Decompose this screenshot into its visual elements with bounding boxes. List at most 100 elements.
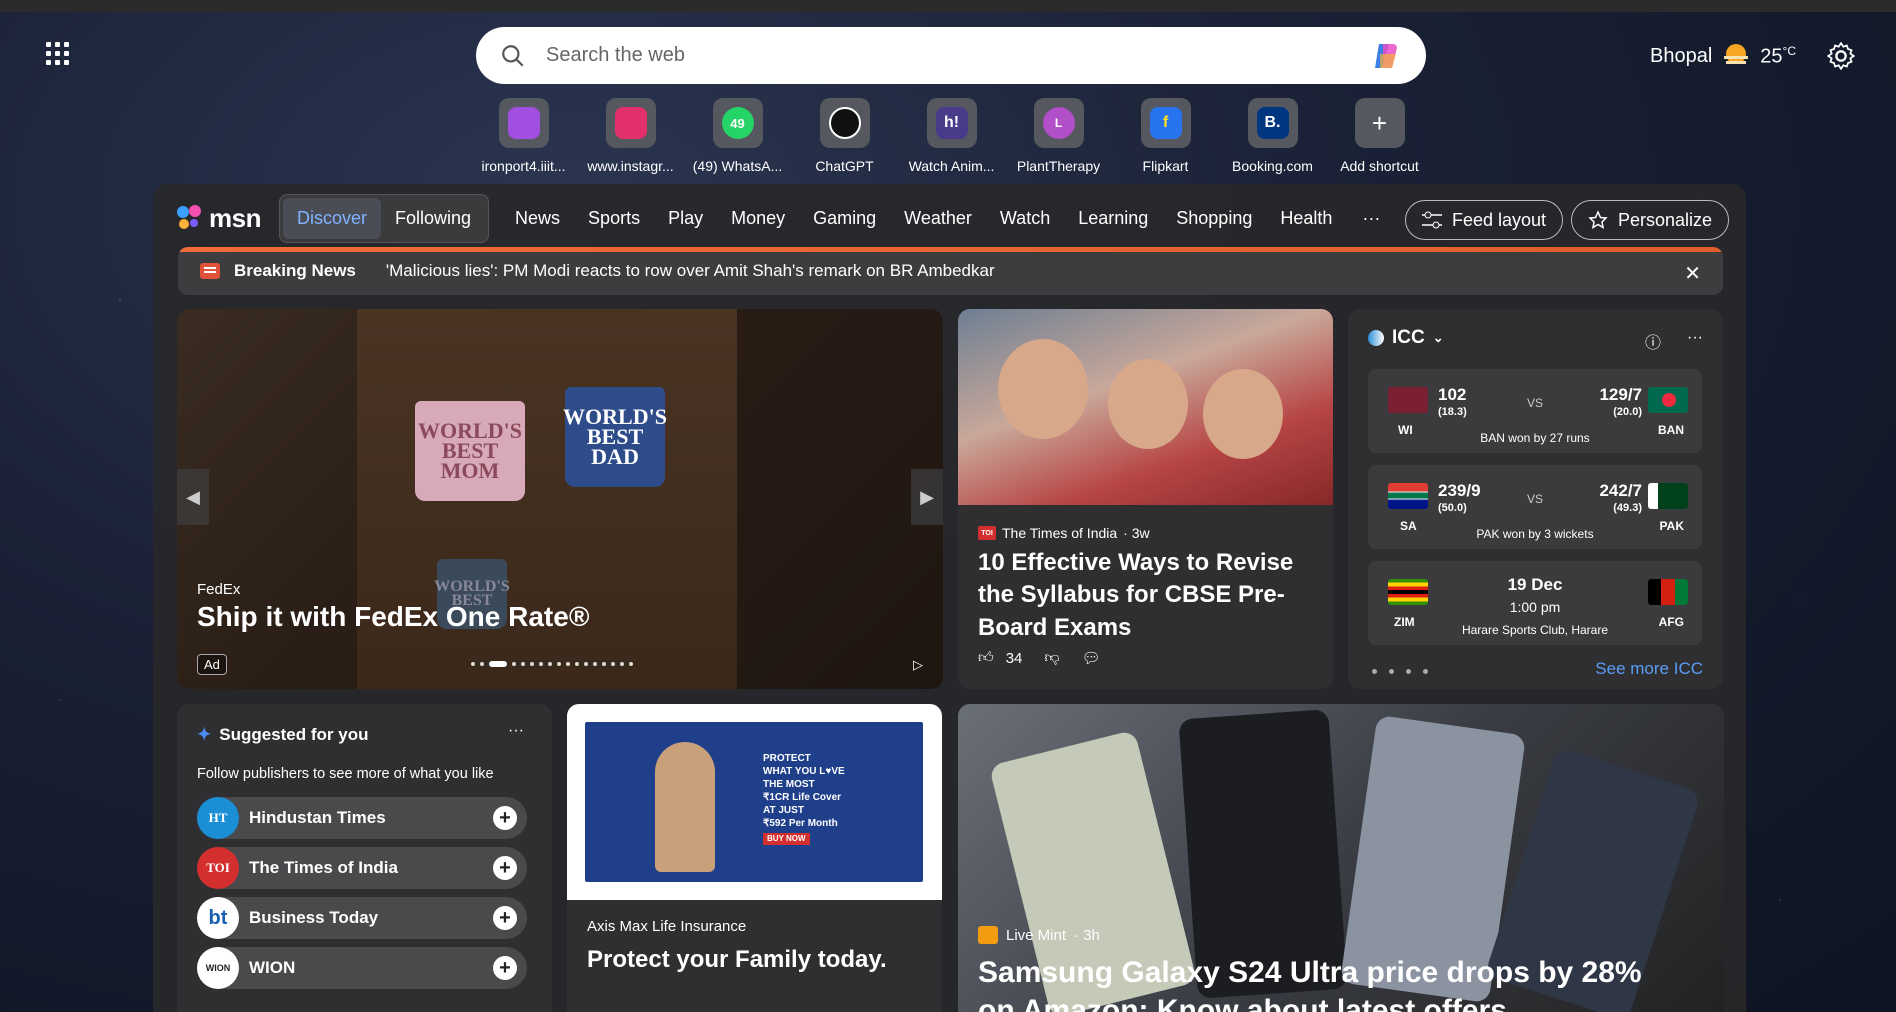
shortcut-4[interactable]: h! Watch Anim... [898, 98, 1005, 174]
article-source-name[interactable]: Live Mint [1006, 927, 1066, 944]
publisher-name: Hindustan Times [249, 808, 386, 827]
axis-max-ad-card[interactable]: PROTECT WHAT YOU L♥VE THE MOST ₹1CR Life… [567, 704, 942, 1012]
shortcut-8[interactable]: + Add shortcut [1326, 98, 1433, 174]
shortcut-tile[interactable]: h! [926, 98, 977, 148]
msn-logo[interactable]: msn [175, 203, 261, 234]
shortcuts-bar: ironport4.iiit... www.instagr... 49 (49) Wh… [470, 98, 1433, 174]
publisher-hindustan-times[interactable]: HT Hindustan Times + [197, 797, 527, 839]
tab-discover[interactable]: Discover [282, 197, 381, 239]
suggested-subtitle: Follow publishers to see more of what yo… [197, 766, 494, 782]
livemint-logo-icon [978, 926, 998, 944]
publisher-times-of-india[interactable]: TOI The Times of India + [197, 847, 527, 889]
category-links: News Sports Play Money Gaming Weather Wa… [501, 208, 1394, 229]
shortcut-7[interactable]: B. Booking.com [1219, 98, 1326, 174]
nav-weather[interactable]: Weather [890, 208, 986, 229]
tab-following[interactable]: Following [381, 198, 485, 239]
adchoices-icon[interactable]: ▷ [913, 657, 923, 673]
icc-header[interactable]: ICC ⌄ [1368, 327, 1444, 349]
personalize-button[interactable]: Personalize [1571, 200, 1730, 240]
shortcut-label: ironport4.iiit... [481, 158, 566, 174]
fedex-ad-card[interactable]: WORLD'S BEST MOM WORLD'S BEST DAD WORLD'… [177, 309, 943, 689]
msn-nav-bar: msn Discover Following News Sports Play … [175, 193, 1730, 243]
follow-plus-icon[interactable]: + [493, 806, 517, 830]
plus-icon: + [1371, 107, 1388, 138]
follow-plus-icon[interactable]: + [493, 956, 517, 980]
bt-logo-icon: bt [197, 897, 239, 939]
suggested-title: Suggested for you [219, 725, 369, 744]
shortcut-5[interactable]: L PlantTherapy [1005, 98, 1112, 174]
vs-label: VS [1527, 396, 1544, 410]
shortcut-tile[interactable]: + [1354, 98, 1405, 148]
shortcut-tile[interactable] [605, 98, 656, 148]
banner-line-5: AT JUST [763, 805, 804, 816]
nav-learning[interactable]: Learning [1064, 208, 1162, 229]
msn-butterfly-icon [177, 205, 201, 229]
match-card-zim-afg[interactable]: ZIM 19 Dec 1:00 pm AFG Harare Sports Clu… [1368, 561, 1702, 645]
article-title[interactable]: 10 Effective Ways to Revise the Syllabus… [978, 547, 1318, 644]
nav-play[interactable]: Play [654, 208, 717, 229]
ad-title[interactable]: Protect your Family today. [587, 946, 887, 974]
shortcut-2[interactable]: 49 (49) WhatsA... [684, 98, 791, 174]
shortcut-1[interactable]: www.instagr... [577, 98, 684, 174]
follow-plus-icon[interactable]: + [493, 906, 517, 930]
article-title[interactable]: Samsung Galaxy S24 Ultra price drops by … [978, 954, 1678, 1012]
article-source-name[interactable]: The Times of India [1002, 525, 1117, 541]
close-icon[interactable]: ✕ [1684, 261, 1701, 286]
shortcut-tile[interactable] [819, 98, 870, 148]
nav-health[interactable]: Health [1266, 208, 1346, 229]
info-icon[interactable]: ⓘ [1645, 329, 1661, 353]
insurance-ad-image: PROTECT WHAT YOU L♥VE THE MOST ₹1CR Life… [567, 704, 942, 900]
comment-icon[interactable]: 💬︎ [1082, 649, 1101, 667]
search-input[interactable] [546, 44, 1326, 67]
wi-flag-icon [1388, 387, 1428, 413]
livemint-article-card[interactable]: Live Mint · 3h Samsung Galaxy S24 Ultra … [958, 704, 1724, 1012]
pak-flag-icon [1648, 483, 1688, 509]
carousel-next-button[interactable]: ▶ [911, 469, 943, 525]
match-card-wi-ban[interactable]: WI 102 (18.3) VS 129/7 (20.0) BAN BAN wo… [1368, 369, 1702, 453]
shortcut-0[interactable]: ironport4.iiit... [470, 98, 577, 174]
nav-gaming[interactable]: Gaming [799, 208, 890, 229]
sparkle-icon: ✦ [197, 725, 212, 744]
carousel-prev-button[interactable]: ◀ [177, 469, 209, 525]
shortcut-3[interactable]: ChatGPT [791, 98, 898, 174]
icc-pagination-dots[interactable] [1372, 669, 1428, 674]
thumbs-up-icon[interactable]: 👍︎ [978, 649, 994, 667]
toi-article-card[interactable]: TOI The Times of India · 3w 10 Effective… [958, 309, 1333, 689]
match-venue: Harare Sports Club, Harare [1461, 623, 1609, 637]
feed-layout-button[interactable]: Feed layout [1405, 200, 1564, 240]
ad-title[interactable]: Ship it with FedEx One Rate® [197, 601, 589, 633]
nav-watch[interactable]: Watch [986, 208, 1064, 229]
shortcut-6[interactable]: f Flipkart [1112, 98, 1219, 174]
breaking-news-headline[interactable]: 'Malicious lies': PM Modi reacts to row … [386, 261, 995, 281]
nav-news[interactable]: News [501, 208, 574, 229]
chevron-down-icon: ⌄ [1432, 330, 1444, 345]
msn-feed-panel: msn Discover Following News Sports Play … [153, 184, 1746, 1012]
apps-launcher-icon[interactable] [46, 42, 70, 66]
ht-logo-icon: HT [197, 797, 239, 839]
weather-widget[interactable]: Bhopal 25°C [1650, 42, 1796, 70]
nav-money[interactable]: Money [717, 208, 799, 229]
nav-sports[interactable]: Sports [574, 208, 654, 229]
copilot-icon[interactable] [1370, 40, 1402, 72]
more-options-icon[interactable]: ··· [508, 722, 524, 740]
shortcut-tile[interactable] [498, 98, 549, 148]
settings-gear-icon[interactable] [1827, 42, 1855, 70]
publisher-wion[interactable]: WION WION + [197, 947, 527, 989]
shortcut-label: Add shortcut [1340, 158, 1419, 174]
shortcut-tile[interactable]: B. [1247, 98, 1298, 148]
thumbs-down-icon[interactable]: 👎︎ [1044, 649, 1059, 667]
shortcut-tile[interactable]: 49 [712, 98, 763, 148]
shortcut-tile[interactable]: L [1033, 98, 1084, 148]
follow-plus-icon[interactable]: + [493, 856, 517, 880]
carousel-dots[interactable] [471, 661, 633, 667]
see-more-icc-link[interactable]: See more ICC [1595, 659, 1703, 679]
more-options-icon[interactable]: ··· [1687, 329, 1703, 353]
nav-shopping[interactable]: Shopping [1162, 208, 1266, 229]
breaking-news-bar[interactable]: Breaking News 'Malicious lies': PM Modi … [178, 247, 1723, 295]
publisher-business-today[interactable]: bt Business Today + [197, 897, 527, 939]
banner-line-3: THE MOST [763, 779, 815, 790]
match-card-sa-pak[interactable]: SA 239/9 (50.0) VS 242/7 (49.3) PAK PAK … [1368, 465, 1702, 549]
nav-more-button[interactable]: ··· [1346, 208, 1394, 229]
shortcut-tile[interactable]: f [1140, 98, 1191, 148]
search-box[interactable] [476, 27, 1426, 84]
